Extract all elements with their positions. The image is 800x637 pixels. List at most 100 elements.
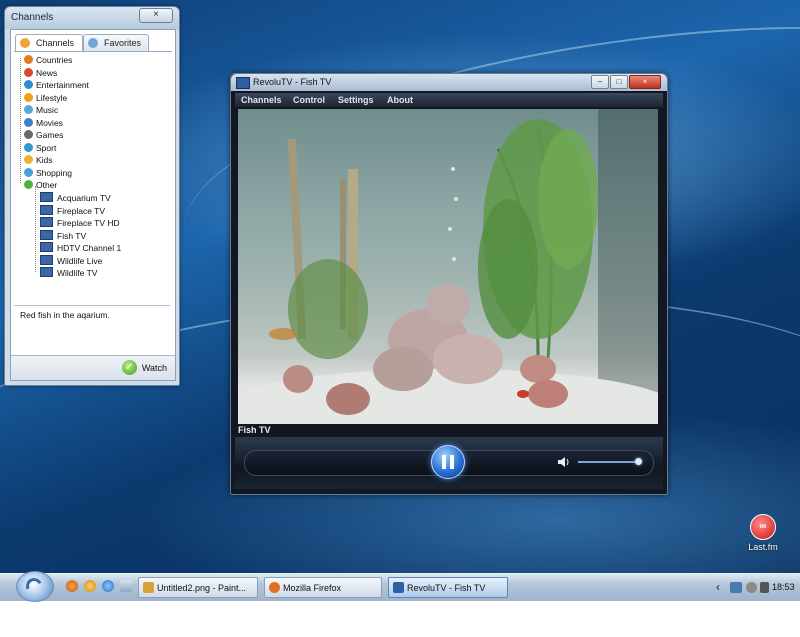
watch-button[interactable]: ✓ Watch bbox=[121, 360, 167, 376]
tree-category-item[interactable]: Entertainment bbox=[24, 79, 89, 91]
tree-channel-item[interactable]: Wildlife Live bbox=[40, 254, 103, 267]
tree-category-label: Shopping bbox=[36, 167, 72, 178]
video-area[interactable] bbox=[238, 109, 658, 424]
channels-tabs: Channels Favorites bbox=[15, 34, 171, 52]
category-icon bbox=[24, 130, 33, 139]
pause-icon bbox=[442, 455, 446, 469]
category-icon bbox=[24, 55, 33, 64]
taskbar-item-paint[interactable]: Untitled2.png - Paint... bbox=[138, 577, 258, 598]
tv-icon bbox=[40, 229, 53, 240]
tree-channel-item[interactable]: Fireplace TV HD bbox=[40, 217, 120, 229]
menu-settings[interactable]: Settings bbox=[338, 95, 374, 105]
show-desktop-icon[interactable] bbox=[120, 580, 132, 592]
volume-knob[interactable] bbox=[635, 458, 642, 465]
category-icon bbox=[24, 167, 33, 177]
volume-tray-icon[interactable] bbox=[746, 582, 757, 593]
category-icon bbox=[24, 105, 33, 114]
tv-icon bbox=[40, 267, 53, 277]
taskbar-item-label: RevoluTV - Fish TV bbox=[407, 583, 486, 593]
menu-channels[interactable]: Channels bbox=[241, 95, 282, 105]
tree-category-item[interactable]: Countries bbox=[24, 54, 72, 66]
taskbar-item-firefox[interactable]: Mozilla Firefox bbox=[264, 577, 382, 598]
clock[interactable]: 18:53 bbox=[772, 582, 795, 592]
revolutv-icon bbox=[393, 582, 404, 593]
minimize-button[interactable]: – bbox=[591, 75, 609, 89]
tree-category-label: News bbox=[36, 67, 58, 78]
paint-icon bbox=[143, 582, 154, 593]
desktop-icon-label: Last.fm bbox=[748, 542, 778, 552]
tree-category-label: Sport bbox=[36, 142, 57, 153]
category-icon bbox=[24, 155, 33, 164]
tree-channel-item[interactable]: Fireplace TV bbox=[40, 204, 106, 217]
tree-channel-label: Wildlife Live bbox=[57, 255, 103, 266]
tree-category-label: Games bbox=[36, 130, 64, 140]
tree-category-item[interactable]: Music bbox=[24, 104, 58, 116]
menu-about[interactable]: About bbox=[387, 95, 413, 105]
tree-category-label: Lifestyle bbox=[36, 92, 68, 103]
player-window-title: RevoluTV - Fish TV bbox=[253, 77, 332, 87]
player-window: RevoluTV - Fish TV – □ × Channels Contro… bbox=[230, 73, 668, 495]
start-button[interactable] bbox=[16, 571, 54, 602]
tv-icon bbox=[40, 192, 53, 202]
channels-titlebar[interactable]: Channels × bbox=[5, 7, 179, 29]
channels-window-title: Channels bbox=[11, 12, 54, 23]
menu-control[interactable]: Control bbox=[293, 95, 325, 105]
tree-category-label: Kids bbox=[36, 155, 53, 165]
tab-channels[interactable]: Channels bbox=[15, 34, 83, 52]
taskbar-item-revolutv[interactable]: RevoluTV - Fish TV bbox=[388, 577, 508, 598]
start-orb-icon bbox=[23, 575, 45, 597]
now-playing-label: Fish TV bbox=[238, 425, 271, 435]
ie-quicklaunch-icon[interactable] bbox=[102, 580, 114, 592]
app-quicklaunch-icon[interactable] bbox=[84, 580, 96, 592]
tv-icon bbox=[40, 242, 53, 252]
taskbar-item-label: Untitled2.png - Paint... bbox=[157, 583, 247, 593]
tree-category-item[interactable]: Other bbox=[24, 179, 57, 191]
tree-category-item[interactable]: Lifestyle bbox=[24, 92, 67, 104]
tab-favorites-label: Favorites bbox=[104, 38, 142, 48]
tab-channels-label: Channels bbox=[36, 38, 75, 48]
system-tray: ‹ 18:53 bbox=[712, 578, 798, 597]
tray-expand-icon[interactable]: ‹ bbox=[716, 580, 720, 594]
player-menubar: Channels Control Settings About bbox=[235, 93, 663, 107]
tree-channel-item[interactable]: Acquarium TV bbox=[40, 192, 111, 204]
speaker-icon[interactable] bbox=[558, 457, 570, 467]
tab-favorites[interactable]: Favorites bbox=[83, 34, 149, 51]
category-icon bbox=[24, 80, 33, 89]
volume-slider[interactable] bbox=[578, 461, 638, 463]
tree-channel-label: Fish TV bbox=[57, 230, 87, 241]
aquarium-video-frame bbox=[238, 109, 658, 424]
watch-bar: ✓ Watch bbox=[11, 355, 175, 380]
tree-channel-item[interactable]: HDTV Channel 1 bbox=[40, 242, 121, 254]
tree-category-label: Other bbox=[36, 180, 58, 190]
desktop-icon-lastfm[interactable]: ∞ Last.fm bbox=[742, 514, 784, 552]
tree-category-item[interactable]: Kids bbox=[24, 154, 53, 166]
tv-icon bbox=[40, 254, 53, 265]
tree-category-label: Entertainment bbox=[36, 80, 89, 90]
tree-category-item[interactable]: Movies bbox=[24, 117, 63, 129]
channels-close-button[interactable]: × bbox=[139, 8, 173, 23]
tree-category-item[interactable]: Sport bbox=[24, 142, 56, 154]
tree-category-item[interactable]: News bbox=[24, 67, 57, 79]
tree-channel-label: Wildlife TV bbox=[57, 268, 98, 278]
channels-tab-icon bbox=[20, 38, 30, 48]
tree-channel-item[interactable]: Wildlife TV bbox=[40, 267, 97, 279]
network-icon[interactable] bbox=[730, 582, 742, 593]
tree-channel-label: Fireplace TV HD bbox=[57, 218, 120, 228]
close-button[interactable]: × bbox=[629, 75, 661, 89]
tray-app-icon[interactable] bbox=[760, 582, 769, 593]
category-icon bbox=[24, 117, 33, 127]
pause-button[interactable] bbox=[431, 445, 465, 479]
tree-category-label: Movies bbox=[36, 117, 63, 128]
tree-channel-item[interactable]: Fish TV bbox=[40, 229, 87, 242]
player-titlebar[interactable]: RevoluTV - Fish TV – □ × bbox=[231, 74, 667, 91]
tree-category-item[interactable]: Games bbox=[24, 129, 63, 141]
pause-icon bbox=[450, 455, 454, 469]
firefox-quicklaunch-icon[interactable] bbox=[66, 580, 78, 592]
channel-tree: Countries News Entertainment Lifestyle Music… bbox=[14, 51, 172, 304]
control-bar bbox=[235, 437, 663, 489]
lastfm-icon: ∞ bbox=[750, 514, 776, 540]
tree-category-item[interactable]: Shopping bbox=[24, 167, 72, 179]
tree-channel-label: Fireplace TV bbox=[57, 205, 106, 216]
revolutv-app-icon bbox=[236, 77, 250, 89]
maximize-button[interactable]: □ bbox=[610, 75, 628, 89]
